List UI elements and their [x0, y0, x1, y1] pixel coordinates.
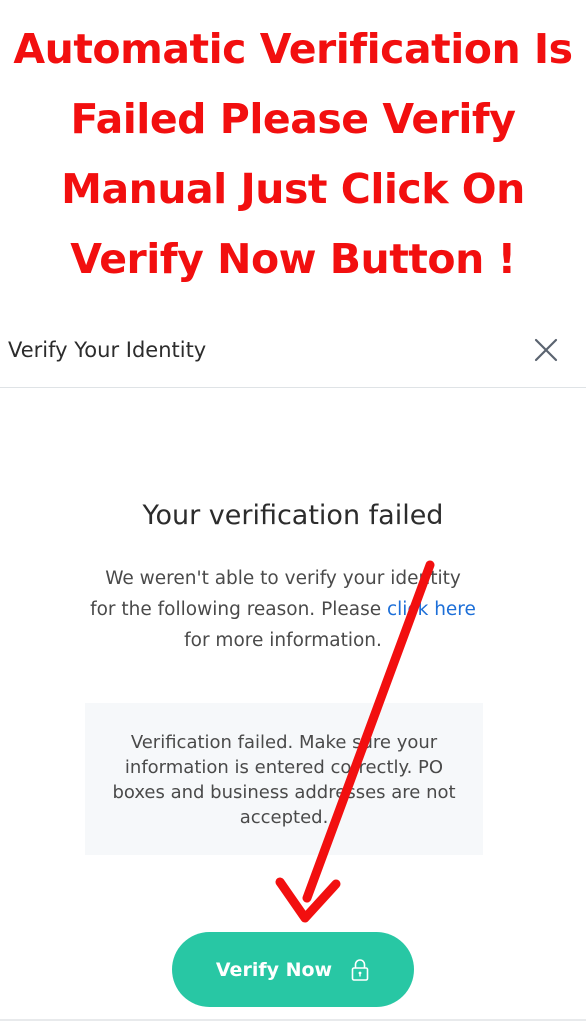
- modal-header: Verify Your Identity: [0, 318, 586, 388]
- failure-reason-text: We weren't able to verify your identity …: [90, 563, 476, 656]
- headline-line-4: Verify Now Button !: [70, 235, 516, 283]
- reason-suffix: for more information.: [184, 630, 382, 651]
- verify-now-label: Verify Now: [215, 958, 333, 981]
- verify-now-button[interactable]: Verify Now: [172, 932, 414, 1007]
- page: Automatic Verification Is Failed Please …: [0, 0, 586, 1024]
- headline-line-1: Automatic Verification Is: [13, 25, 573, 73]
- headline-overlay: Automatic Verification Is Failed Please …: [0, 14, 586, 294]
- click-here-link[interactable]: click here: [387, 599, 476, 620]
- close-button[interactable]: [528, 332, 564, 368]
- headline-line-2: Failed Please Verify: [70, 95, 516, 143]
- bottom-divider: [0, 1019, 586, 1021]
- modal-title: Verify Your Identity: [8, 338, 207, 362]
- lock-icon: [351, 958, 369, 981]
- headline-line-3: Manual Just Click On: [61, 165, 525, 213]
- close-icon: [534, 338, 558, 362]
- info-message: Verification failed. Make sure your info…: [112, 732, 456, 828]
- info-box: Verification failed. Make sure your info…: [85, 703, 483, 855]
- verification-failed-heading: Your verification failed: [142, 500, 444, 531]
